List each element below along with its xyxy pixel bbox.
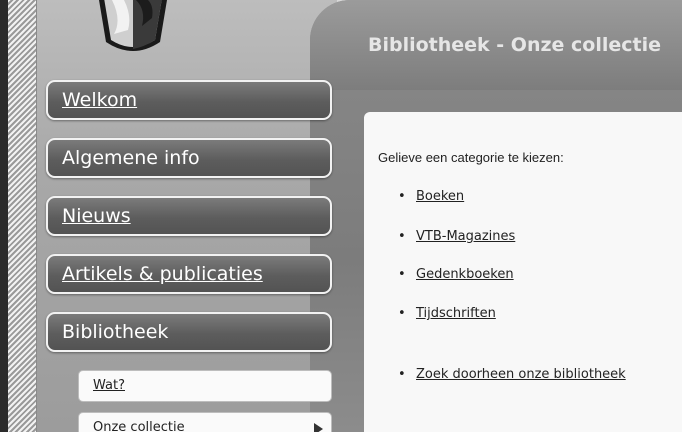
category-link-gedenkboeken[interactable]: Gedenkboeken xyxy=(416,267,514,282)
nav-label: Welkom xyxy=(62,89,138,111)
nav-artikels-button[interactable]: Artikels & publicaties xyxy=(46,254,332,294)
nav-label: Artikels & publicaties xyxy=(62,263,263,285)
bullet-icon: • xyxy=(398,189,406,204)
subnav-onze-collectie-button[interactable]: Onze collectie xyxy=(78,412,332,432)
browser-frame: Bibliotheek - Onze collectie Gelieve een… xyxy=(8,0,682,432)
nav-welkom-button[interactable]: Welkom xyxy=(46,80,332,120)
subnav-label: Onze collectie xyxy=(93,420,185,432)
nav-nieuws-button[interactable]: Nieuws xyxy=(46,196,332,236)
nav-bibliotheek-button[interactable]: Bibliotheek xyxy=(46,312,332,352)
list-item: • VTB-Magazines xyxy=(398,229,515,244)
category-link-vtb-magazines[interactable]: VTB-Magazines xyxy=(416,229,515,244)
list-item: • Gedenkboeken xyxy=(398,267,514,282)
decorative-stripes xyxy=(8,0,37,432)
logo-crest-icon xyxy=(92,0,174,60)
bullet-icon: • xyxy=(398,267,406,282)
bullet-icon: • xyxy=(398,306,406,321)
nav-label: Nieuws xyxy=(62,205,131,227)
category-link-boeken[interactable]: Boeken xyxy=(416,189,464,204)
nav-label: Algemene info xyxy=(62,147,200,169)
nav-algemene-info-button[interactable]: Algemene info xyxy=(46,138,332,178)
bullet-icon: • xyxy=(398,367,406,382)
chevron-right-icon xyxy=(314,423,323,432)
content-panel: Gelieve een categorie te kiezen: • Boeken… xyxy=(364,112,682,432)
category-link-tijdschriften[interactable]: Tijdschriften xyxy=(416,306,496,321)
list-item: • Tijdschriften xyxy=(398,306,496,321)
bullet-icon: • xyxy=(398,229,406,244)
nav-label: Bibliotheek xyxy=(62,321,169,343)
list-item: • Boeken xyxy=(398,189,464,204)
list-item: • Zoek doorheen onze bibliotheek xyxy=(398,367,626,382)
search-library-link[interactable]: Zoek doorheen onze bibliotheek xyxy=(416,367,626,382)
subnav-wat-button[interactable]: Wat? xyxy=(78,370,332,402)
page-title: Bibliotheek - Onze collectie xyxy=(368,34,662,56)
category-prompt: Gelieve een categorie te kiezen: xyxy=(378,150,564,165)
subnav-label: Wat? xyxy=(93,378,125,393)
